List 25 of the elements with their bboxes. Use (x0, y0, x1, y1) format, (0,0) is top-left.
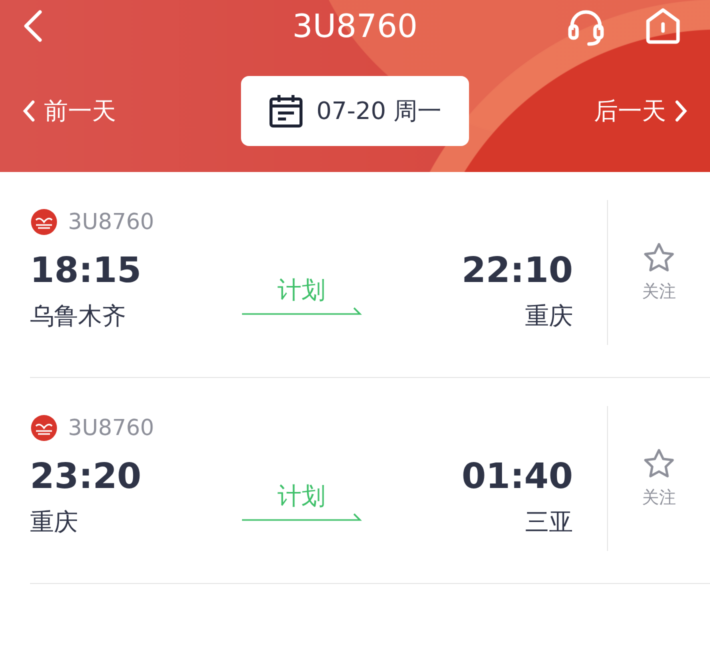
chevron-left-icon (22, 99, 36, 123)
arrival-city: 重庆 (525, 301, 573, 332)
departure-city: 乌鲁木齐 (30, 301, 126, 332)
previous-day-button[interactable]: 前一天 (22, 95, 116, 127)
back-button[interactable] (22, 9, 44, 43)
chevron-right-icon (674, 99, 688, 123)
calendar-icon (268, 93, 304, 129)
date-button[interactable]: 07-20 周一 (241, 76, 469, 146)
airline-logo-icon (30, 208, 58, 236)
departure-time: 18:15 (30, 250, 142, 293)
flight-status: 计划 (278, 275, 326, 306)
departure-time: 23:20 (30, 456, 142, 499)
departure-city: 重庆 (30, 507, 78, 538)
page-title: 3U8760 (292, 7, 418, 45)
arrival-time: 01:40 (462, 456, 573, 499)
home-icon[interactable] (644, 6, 682, 46)
next-day-button[interactable]: 后一天 (594, 95, 688, 127)
arrival-time: 22:10 (462, 250, 573, 293)
follow-button[interactable]: 关注 (641, 240, 677, 303)
flight-number: 3U8760 (68, 210, 154, 234)
flight-number: 3U8760 (68, 416, 154, 440)
flight-status: 计划 (278, 481, 326, 512)
arrival-city: 三亚 (525, 507, 573, 538)
follow-button[interactable]: 关注 (641, 446, 677, 509)
airline-logo-icon (30, 414, 58, 442)
